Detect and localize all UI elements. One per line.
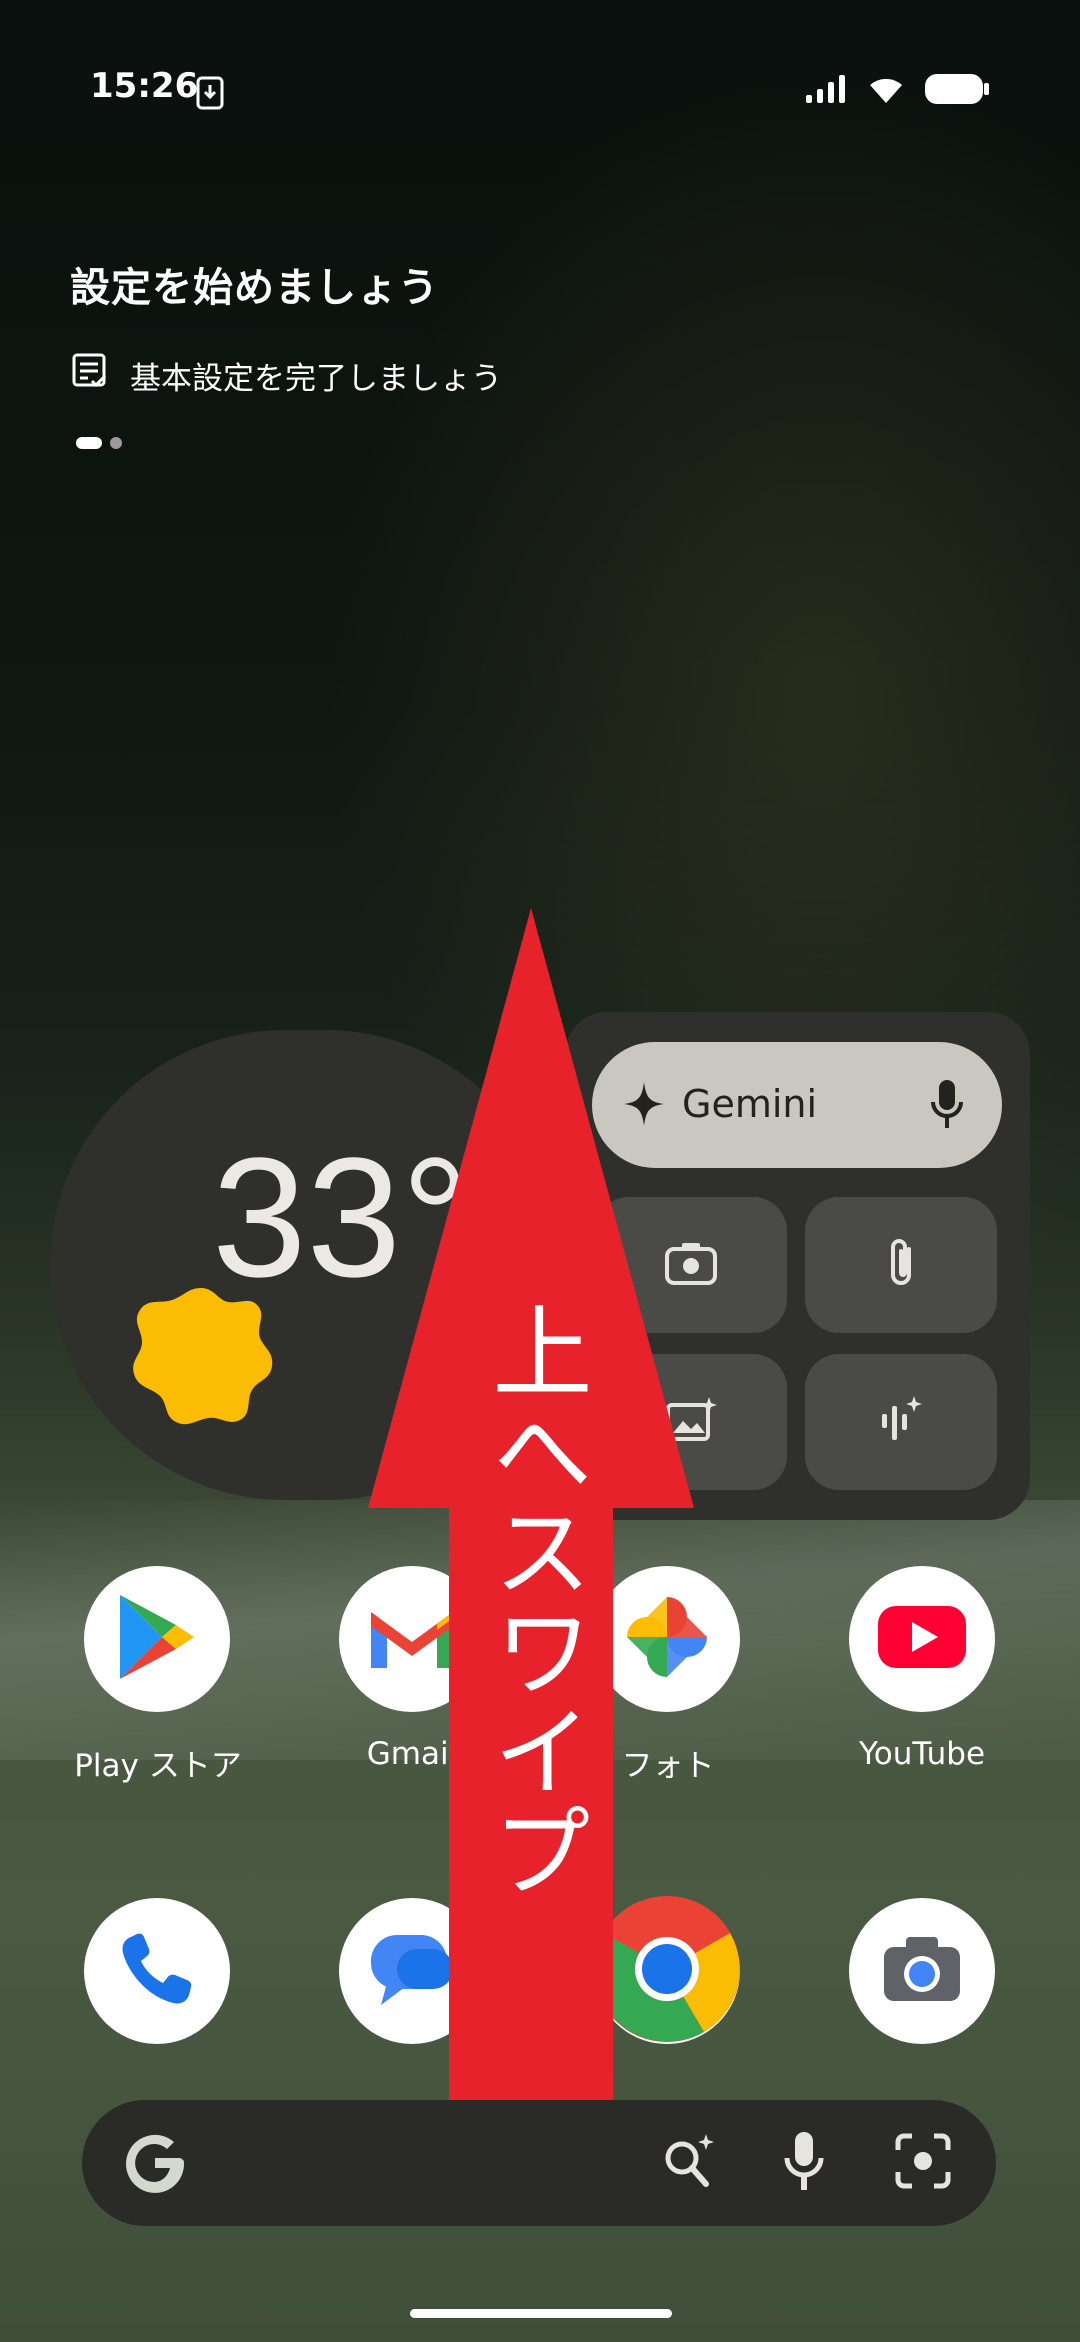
home-indicator[interactable]: [410, 2309, 672, 2318]
setup-item[interactable]: 基本設定を完了しましょう: [70, 351, 770, 399]
status-bar: 15:26: [0, 0, 1080, 180]
lens-icon[interactable]: [894, 2132, 952, 2194]
google-search-bar[interactable]: [82, 2100, 996, 2226]
app-play-store[interactable]: [84, 1566, 230, 1712]
youtube-icon: [876, 1604, 968, 1674]
gemini-live-button[interactable]: [805, 1354, 997, 1490]
swipe-up-instruction: 上へスワイプ: [475, 1300, 592, 1900]
gemini-attach-button[interactable]: [805, 1197, 997, 1333]
battery-icon: [924, 72, 990, 110]
checklist-icon: [70, 351, 110, 399]
wifi-icon: [866, 73, 906, 109]
setup-card[interactable]: 設定を始めましょう 基本設定を完了しましょう: [70, 255, 770, 399]
download-status-icon: [196, 76, 224, 114]
camera-app-icon: [880, 1933, 964, 2009]
status-time: 15:26: [90, 66, 199, 106]
google-g-icon: [122, 2130, 188, 2200]
page-dot: [110, 437, 122, 449]
app-camera[interactable]: [849, 1898, 995, 2044]
ai-search-icon[interactable]: [660, 2132, 720, 2196]
gemini-label: Gemini: [682, 1082, 818, 1126]
setup-item-label: 基本設定を完了しましょう: [130, 360, 502, 397]
app-label-play-store: Play ストア: [74, 1748, 242, 1784]
page-indicator: [76, 437, 122, 449]
paperclip-icon: [883, 1235, 919, 1295]
app-phone[interactable]: [84, 1898, 230, 2044]
setup-title: 設定を始めましょう: [70, 265, 439, 311]
play-store-icon: [114, 1591, 200, 1687]
phone-icon: [117, 1929, 197, 2013]
sun-icon: [128, 1282, 274, 1432]
signal-icon: [804, 73, 848, 109]
microphone-icon[interactable]: [930, 1078, 964, 1134]
page-dot-active: [76, 437, 102, 449]
voice-search-icon[interactable]: [784, 2130, 824, 2198]
app-label-youtube: YouTube: [858, 1736, 986, 1772]
voice-sparkle-icon: [878, 1394, 924, 1450]
app-youtube[interactable]: [849, 1566, 995, 1712]
